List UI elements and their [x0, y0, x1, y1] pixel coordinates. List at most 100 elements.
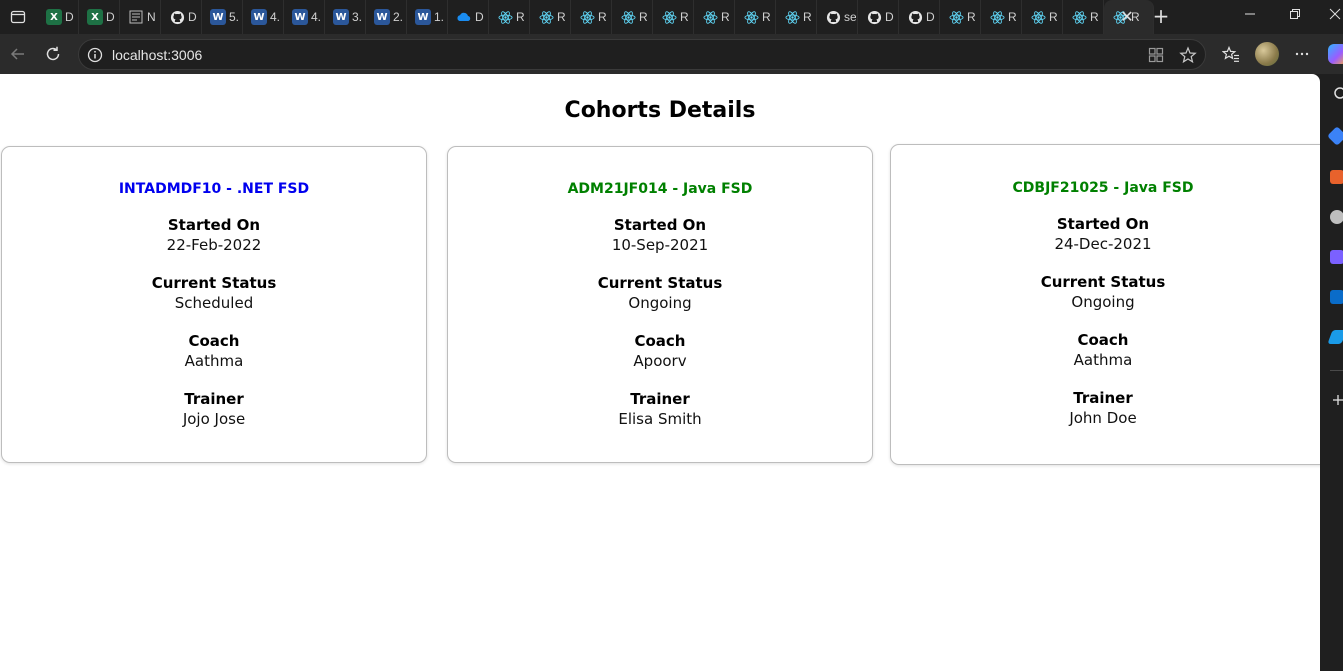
github-icon: [169, 9, 185, 25]
react-icon: [620, 9, 636, 25]
browser-tab[interactable]: D: [858, 0, 899, 34]
person-icon[interactable]: [1330, 210, 1343, 224]
browser-tab[interactable]: R: [1063, 0, 1104, 34]
github-icon: [825, 9, 841, 25]
profile-avatar[interactable]: [1255, 42, 1279, 66]
tab-title: N: [147, 10, 156, 24]
favorites-button[interactable]: [1220, 43, 1242, 65]
copilot-sidebar-icon[interactable]: [1330, 250, 1343, 264]
browser-tab[interactable]: D: [448, 0, 489, 34]
cohort-name: CDBJF21025 - Java FSD: [1012, 180, 1194, 196]
browser-tab[interactable]: W 3.: [325, 0, 366, 34]
browser-tab[interactable]: R: [653, 0, 694, 34]
tab-list: X D X D N D W 5. W 4. W 4. W 3. W 2. W 1. D R R R R R R R Rse D D R R R…: [38, 0, 1154, 34]
browser-tab[interactable]: R: [735, 0, 776, 34]
word-icon: W: [292, 9, 308, 25]
react-icon: [702, 9, 718, 25]
coach-value: Apoorv: [633, 352, 687, 370]
browser-tab[interactable]: R: [571, 0, 612, 34]
tools-icon[interactable]: [1330, 170, 1343, 184]
outlook-icon[interactable]: [1330, 290, 1343, 304]
react-icon: [497, 9, 513, 25]
browser-tab[interactable]: R: [489, 0, 530, 34]
started-on-value: 10-Sep-2021: [611, 236, 709, 254]
word-icon: W: [210, 9, 226, 25]
back-button[interactable]: [6, 42, 30, 66]
favorites-icon: [1222, 45, 1239, 62]
coach-label: Coach: [188, 332, 240, 350]
browser-tab[interactable]: W 4.: [284, 0, 325, 34]
react-icon: [661, 9, 677, 25]
site-info-icon[interactable]: [87, 47, 103, 63]
onedrive-icon: [456, 9, 472, 25]
tab-title: 2.: [393, 10, 404, 24]
react-icon: [784, 9, 800, 25]
add-icon[interactable]: [1332, 394, 1343, 406]
copilot-button[interactable]: [1328, 44, 1343, 64]
started-on-value: 22-Feb-2022: [166, 236, 262, 254]
browser-tab[interactable]: XD: [79, 0, 120, 34]
coach-value: Aathma: [1073, 351, 1133, 369]
tab-title: R: [639, 10, 648, 24]
minimize-icon: [1245, 13, 1255, 15]
send-icon[interactable]: [1327, 330, 1343, 344]
browser-tab[interactable]: W 1.: [407, 0, 448, 34]
tab-title: 1.: [434, 10, 445, 24]
started-on-value: 24-Dec-2021: [1054, 235, 1152, 253]
started-on-label: Started On: [1056, 215, 1150, 233]
sidebar-app-icon[interactable]: [1327, 126, 1343, 146]
excel-icon: X: [87, 9, 103, 25]
browser-tab[interactable]: W 4.: [243, 0, 284, 34]
minimize-button[interactable]: [1238, 6, 1262, 28]
tab-title: R: [598, 10, 607, 24]
browser-tab[interactable]: W 5.: [202, 0, 243, 34]
browser-tab[interactable]: R: [612, 0, 653, 34]
copilot-icon: [1328, 44, 1343, 64]
tab-title: 4.: [311, 10, 322, 24]
status-label: Current Status: [151, 274, 277, 292]
coach-label: Coach: [1077, 331, 1129, 349]
close-tab-button[interactable]: ✕: [1118, 8, 1136, 26]
started-on-label: Started On: [167, 216, 261, 234]
github-icon: [907, 9, 923, 25]
back-arrow-icon: [10, 48, 24, 60]
tab-strip: X D X D N D W 5. W 4. W 4. W 3. W 2. W 1. D R R R R R R R Rse D D R R R…: [0, 0, 1343, 34]
favorite-star-icon[interactable]: [1179, 46, 1197, 64]
coach-label: Coach: [634, 332, 686, 350]
react-icon: [1030, 9, 1046, 25]
browser-tab[interactable]: D: [899, 0, 940, 34]
new-tab-button[interactable]: +: [1150, 5, 1172, 27]
tab-title: R: [721, 10, 730, 24]
search-icon[interactable]: [1333, 86, 1343, 100]
status-value: Ongoing: [628, 294, 692, 312]
tab-actions-button[interactable]: [6, 5, 30, 29]
ellipsis-icon: [1295, 52, 1309, 56]
browser-tab[interactable]: W 2.: [366, 0, 407, 34]
browser-tab[interactable]: R: [530, 0, 571, 34]
refresh-icon: [46, 46, 60, 61]
browser-tab[interactable]: R: [981, 0, 1022, 34]
trainer-label: Trainer: [630, 390, 690, 408]
tab-title: 5.: [229, 10, 240, 24]
cohort-name: INTADMDF10 - .NET FSD: [118, 181, 310, 197]
tab-title: R: [1090, 10, 1099, 24]
browser-tab[interactable]: R: [940, 0, 981, 34]
browser-tab[interactable]: R: [776, 0, 817, 34]
react-icon: [948, 9, 964, 25]
browser-tab[interactable]: D: [161, 0, 202, 34]
browser-tab[interactable]: N: [120, 0, 161, 34]
address-bar[interactable]: localhost:3006: [78, 39, 1206, 70]
browser-tab[interactable]: XD: [38, 0, 79, 34]
browser-tab[interactable]: se: [817, 0, 858, 34]
more-menu-button[interactable]: [1290, 42, 1314, 66]
tab-title: R: [1049, 10, 1058, 24]
github-icon: [866, 9, 882, 25]
react-icon: [743, 9, 759, 25]
excel-icon: X: [46, 9, 62, 25]
restore-button[interactable]: [1283, 6, 1307, 28]
browser-tab[interactable]: R: [1022, 0, 1063, 34]
refresh-button[interactable]: [41, 42, 65, 66]
close-window-button[interactable]: [1327, 6, 1343, 28]
browser-tab[interactable]: R: [694, 0, 735, 34]
app-available-icon[interactable]: [1147, 46, 1165, 64]
